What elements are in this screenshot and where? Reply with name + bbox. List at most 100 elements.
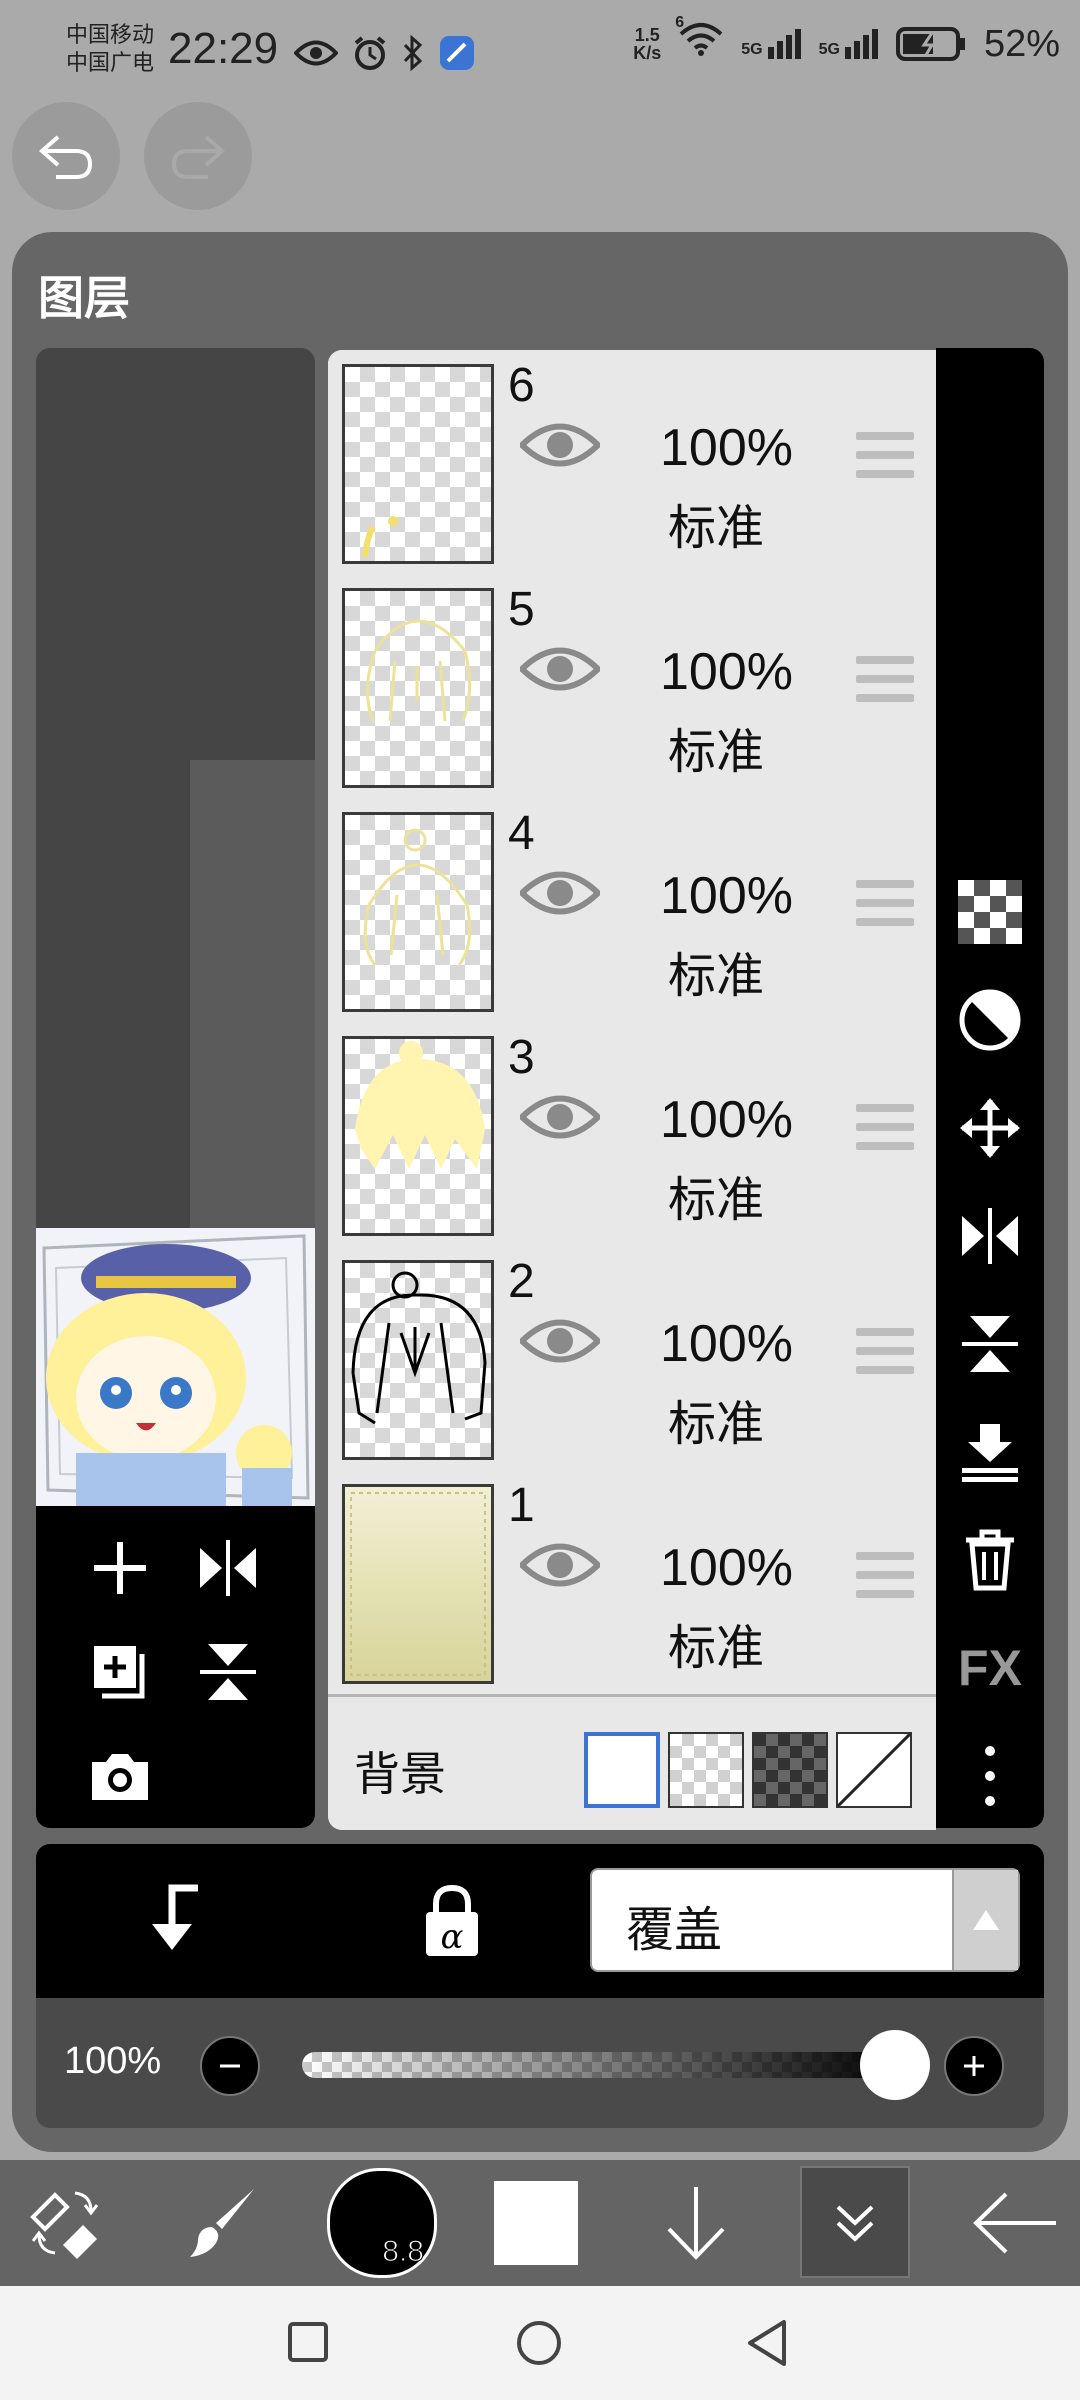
plus-icon bbox=[94, 1542, 146, 1594]
layer-down-button[interactable] bbox=[636, 2160, 756, 2286]
triangle-back-icon bbox=[748, 2320, 786, 2366]
canvas-preview[interactable] bbox=[36, 1228, 315, 1506]
duplicate-icon bbox=[94, 1646, 145, 1699]
flip-vertical-button[interactable] bbox=[186, 1630, 270, 1714]
trash-icon bbox=[966, 1529, 1014, 1591]
layer-opacity[interactable]: 100% bbox=[660, 418, 793, 478]
flip-vertical-icon bbox=[200, 1644, 256, 1700]
drag-handle-icon[interactable] bbox=[856, 1328, 914, 1374]
clipping-toggle[interactable] bbox=[138, 1880, 208, 1964]
sim2-label: 5G bbox=[818, 41, 840, 58]
duplicate-layer-button[interactable] bbox=[78, 1630, 162, 1714]
layer-blend-mode: 标准 bbox=[668, 948, 765, 1004]
status-icons-left bbox=[294, 34, 476, 72]
layer-thumbnail bbox=[342, 812, 494, 1012]
recents-button[interactable] bbox=[286, 2320, 330, 2368]
color-swatch bbox=[494, 2181, 578, 2265]
bluetooth-icon bbox=[403, 35, 423, 71]
bg-none-swatch[interactable] bbox=[836, 1732, 912, 1808]
opacity-slider-track[interactable] bbox=[302, 2052, 902, 2078]
opacity-decrease-button[interactable] bbox=[200, 2036, 260, 2096]
fx-button[interactable]: FX bbox=[952, 1630, 1028, 1706]
drag-handle-icon[interactable] bbox=[856, 1104, 914, 1150]
visibility-eye-icon[interactable] bbox=[520, 644, 600, 694]
camera-button[interactable] bbox=[78, 1734, 162, 1818]
layer-blend-mode: 标准 bbox=[668, 1172, 765, 1228]
net-speed-value: 1.5 bbox=[634, 25, 660, 45]
collapse-panel-button[interactable] bbox=[800, 2166, 910, 2278]
visibility-eye-icon[interactable] bbox=[520, 1092, 600, 1142]
layer-row[interactable]: 4 100% 标准 bbox=[328, 798, 936, 1025]
wifi-label: 6 bbox=[675, 14, 685, 31]
delete-layer-button[interactable] bbox=[952, 1522, 1028, 1598]
battery-icon bbox=[895, 27, 965, 61]
layer-opacity[interactable]: 100% bbox=[660, 1090, 793, 1150]
flip-v-button[interactable] bbox=[952, 1306, 1028, 1382]
color-button[interactable] bbox=[476, 2160, 596, 2286]
move-button[interactable] bbox=[952, 1090, 1028, 1166]
tool-switch-button[interactable] bbox=[0, 2160, 130, 2286]
back-button[interactable] bbox=[950, 2160, 1080, 2286]
bg-dark-swatch[interactable] bbox=[752, 1732, 828, 1808]
brush-size-button[interactable]: 8.8 bbox=[322, 2160, 442, 2286]
flip-h-button[interactable] bbox=[952, 1198, 1028, 1274]
layer-row[interactable]: 6 100% 标准 bbox=[328, 350, 936, 577]
bg-white-swatch[interactable] bbox=[584, 1732, 660, 1808]
background-row: 背景 bbox=[328, 1702, 936, 1830]
layer-list: 6 100% 标准 5 100% 标准 4 100% 标准 3 100% 标准 bbox=[328, 350, 936, 1830]
layer-number: 2 bbox=[508, 1255, 535, 1308]
status-bar: 中国移动 中国广电 22:29 1.5 K/s 6 5G 5G 52% bbox=[0, 0, 1080, 100]
opacity-value: 100% bbox=[64, 2040, 162, 2082]
alarm-icon bbox=[354, 36, 386, 70]
visibility-eye-icon[interactable] bbox=[520, 868, 600, 918]
undo-icon bbox=[38, 135, 93, 179]
visibility-eye-icon[interactable] bbox=[520, 1540, 600, 1590]
brush-tool-button[interactable] bbox=[162, 2160, 282, 2286]
background-label: 背景 bbox=[354, 1747, 446, 1801]
blend-mode-select[interactable]: 覆盖 bbox=[590, 1868, 1020, 1972]
home-button[interactable] bbox=[514, 2318, 564, 2372]
arrow-down-icon bbox=[667, 2187, 725, 2260]
layer-row[interactable]: 3 100% 标准 bbox=[328, 1022, 936, 1249]
add-layer-button[interactable] bbox=[78, 1526, 162, 1610]
layer-opacity[interactable]: 100% bbox=[660, 866, 793, 926]
layer-thumbnail bbox=[342, 364, 494, 564]
layer-blend-mode: 标准 bbox=[668, 1396, 765, 1452]
double-chevron-down-icon bbox=[836, 2205, 874, 2242]
undo-button[interactable] bbox=[12, 102, 120, 210]
flip-horizontal-icon bbox=[962, 1208, 1018, 1264]
flip-horizontal-button[interactable] bbox=[186, 1526, 270, 1610]
opacity-increase-button[interactable] bbox=[944, 2036, 1004, 2096]
clipping-arrow-icon bbox=[152, 1884, 198, 1950]
merge-down-button[interactable] bbox=[952, 1414, 1028, 1490]
layer-row[interactable]: 5 100% 标准 bbox=[328, 574, 936, 801]
visibility-eye-icon[interactable] bbox=[520, 1316, 600, 1366]
move-arrows-icon bbox=[960, 1098, 1020, 1158]
dropdown-arrow[interactable] bbox=[952, 1870, 1018, 1970]
drag-handle-icon[interactable] bbox=[856, 1552, 914, 1598]
drag-handle-icon[interactable] bbox=[856, 432, 914, 478]
layer-thumbnail bbox=[342, 1484, 494, 1684]
transparency-button[interactable] bbox=[952, 874, 1028, 950]
layer-row[interactable]: 2 100% 标准 bbox=[328, 1246, 936, 1473]
system-back-button[interactable] bbox=[744, 2318, 790, 2372]
more-button[interactable] bbox=[952, 1738, 1028, 1814]
drag-handle-icon[interactable] bbox=[856, 656, 914, 702]
layer-blend-mode: 标准 bbox=[668, 500, 765, 556]
svg-text:α: α bbox=[441, 1917, 464, 1957]
alpha-lock-toggle[interactable]: α bbox=[422, 1884, 482, 1962]
bg-transparent-swatch[interactable] bbox=[668, 1732, 744, 1808]
layer-opacity[interactable]: 100% bbox=[660, 1314, 793, 1374]
net-speed-unit: K/s bbox=[633, 43, 662, 63]
opacity-slider-knob[interactable] bbox=[860, 2030, 930, 2100]
layer-tools: FX bbox=[936, 348, 1044, 1828]
layer-opacity[interactable]: 100% bbox=[660, 642, 793, 702]
carrier-info: 中国移动 中国广电 bbox=[66, 22, 154, 78]
drag-handle-icon[interactable] bbox=[856, 880, 914, 926]
layer-opacity[interactable]: 100% bbox=[660, 1538, 793, 1598]
canvas-ghost bbox=[190, 760, 315, 1300]
clipping-button[interactable] bbox=[952, 982, 1028, 1058]
visibility-eye-icon[interactable] bbox=[520, 420, 600, 470]
layer-row[interactable]: 1 100% 标准 bbox=[328, 1470, 936, 1697]
redo-button[interactable] bbox=[144, 102, 252, 210]
